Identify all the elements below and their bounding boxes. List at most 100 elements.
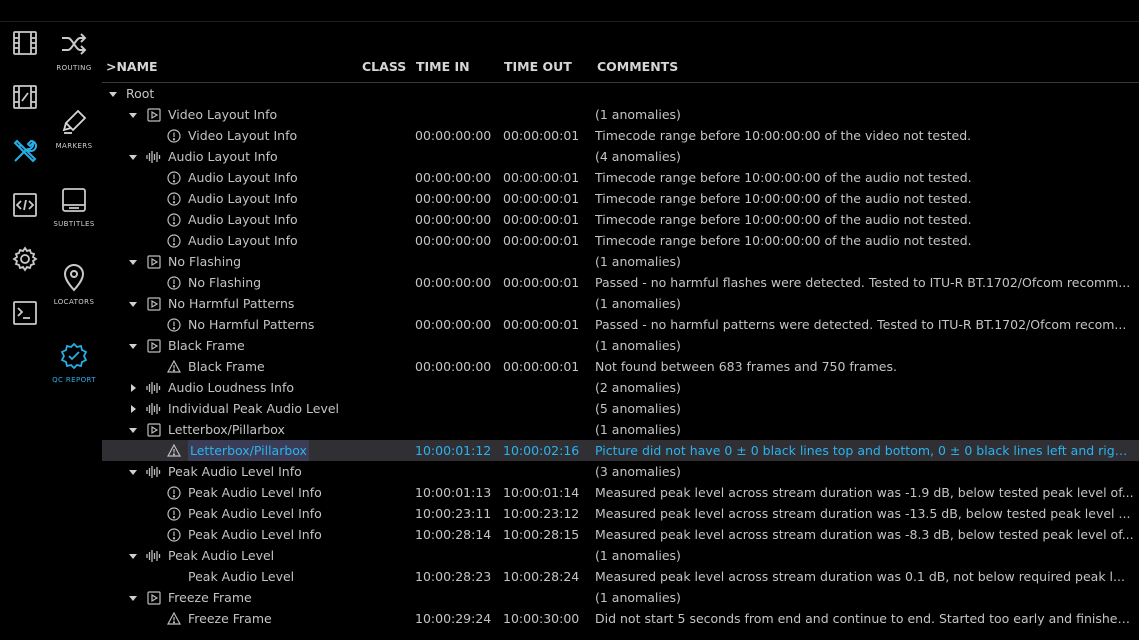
row-name-cell: Black Frame xyxy=(146,356,265,377)
row-name: No Flashing xyxy=(168,254,242,269)
tools-icon[interactable] xyxy=(10,136,40,166)
info-circle-icon xyxy=(166,125,182,146)
row-name-cell: Freeze Frame xyxy=(146,608,272,629)
table-row[interactable]: Peak Audio Level (1 anomalies) xyxy=(102,545,1139,566)
row-name-cell: Audio Layout Info xyxy=(146,188,298,209)
table-row[interactable]: Audio Loudness Info (2 anomalies) xyxy=(102,377,1139,398)
row-time-out: 10:00:23:12 xyxy=(503,506,580,521)
chevron-down-icon[interactable] xyxy=(126,545,140,566)
table-row[interactable]: Peak Audio Level Info 10:00:01:13 10:00:01… xyxy=(102,482,1139,503)
row-comment: (1 anomalies) xyxy=(595,548,681,563)
table-row[interactable]: No Harmful Patterns (1 anomalies) xyxy=(102,293,1139,314)
table-row[interactable]: Letterbox/Pillarbox 10:00:01:12 10:00:02:1… xyxy=(102,440,1139,461)
table-row[interactable]: Freeze Frame (1 anomalies) xyxy=(102,587,1139,608)
chevron-down-icon[interactable] xyxy=(106,83,120,104)
info-circle-icon xyxy=(166,188,182,209)
chevron-down-icon[interactable] xyxy=(126,146,140,167)
table-row[interactable]: Peak Audio Level Info 10:00:23:11 10:00:23… xyxy=(102,503,1139,524)
row-name-cell: Peak Audio Level Info xyxy=(146,524,322,545)
info-circle-icon xyxy=(166,503,182,524)
chevron-down-icon[interactable] xyxy=(126,419,140,440)
table-row[interactable]: Peak Audio Level Info (3 anomalies) xyxy=(102,461,1139,482)
header-comments[interactable]: COMMENTS xyxy=(597,59,678,74)
gear-icon[interactable] xyxy=(10,244,40,274)
film-strip-icon[interactable] xyxy=(10,28,40,58)
routing-tool[interactable]: ROUTING xyxy=(48,28,100,72)
row-name-cell: Black Frame xyxy=(126,335,245,356)
chevron-down-icon[interactable] xyxy=(126,335,140,356)
row-name: Freeze Frame xyxy=(188,611,272,626)
table-row[interactable]: Individual Peak Audio Level (5 anomalies) xyxy=(102,398,1139,419)
table-row[interactable]: Audio Layout Info (4 anomalies) xyxy=(102,146,1139,167)
header-time-in[interactable]: TIME IN xyxy=(416,59,470,74)
chevron-down-icon[interactable] xyxy=(126,587,140,608)
table-row[interactable]: Video Layout Info (1 anomalies) xyxy=(102,104,1139,125)
row-name: No Harmful Patterns xyxy=(168,296,295,311)
row-comment: (3 anomalies) xyxy=(595,464,681,479)
table-row[interactable]: Peak Audio Level Info 10:00:28:14 10:00:28… xyxy=(102,524,1139,545)
table-row[interactable]: Freeze Frame 10:00:29:24 10:00:30:00 Did no… xyxy=(102,608,1139,629)
qc-report-tool[interactable]: QC REPORT xyxy=(48,340,100,384)
table-row[interactable]: Peak Audio Level 10:00:28:23 10:00:28:24 Me… xyxy=(102,566,1139,587)
markers-tool[interactable]: MARKERS xyxy=(48,106,100,150)
chevron-down-icon[interactable] xyxy=(126,293,140,314)
qc-report-table: >NAME CLASS TIME IN TIME OUT COMMENTS Ro… xyxy=(102,52,1139,629)
row-name-cell: Peak Audio Level xyxy=(126,545,274,566)
row-comment: Measured peak level across stream durati… xyxy=(595,527,1134,542)
row-comment: Passed - no harmful patterns were detect… xyxy=(595,317,1127,332)
row-time-out: 00:00:00:01 xyxy=(503,275,580,290)
table-row[interactable]: Video Layout Info 00:00:00:00 00:00:00:01 T… xyxy=(102,125,1139,146)
info-circle-icon xyxy=(166,167,182,188)
table-row[interactable]: No Harmful Patterns 00:00:00:00 00:00:00:0… xyxy=(102,314,1139,335)
header-class[interactable]: CLASS xyxy=(362,59,406,74)
row-name: Letterbox/Pillarbox xyxy=(168,422,285,437)
audio-waveform-icon xyxy=(146,461,162,482)
header-name[interactable]: >NAME xyxy=(106,59,158,74)
row-time-in: 00:00:00:00 xyxy=(415,275,492,290)
table-row[interactable]: Audio Layout Info 00:00:00:00 00:00:00:01 T… xyxy=(102,230,1139,251)
row-name-cell: No Flashing xyxy=(126,251,241,272)
row-name-cell: Audio Layout Info xyxy=(126,146,278,167)
film-edit-icon[interactable] xyxy=(10,82,40,112)
table-row[interactable]: Black Frame (1 anomalies) xyxy=(102,335,1139,356)
chevron-right-icon[interactable] xyxy=(126,398,140,419)
row-comment: (1 anomalies) xyxy=(595,296,681,311)
row-name-cell: Peak Audio Level xyxy=(168,566,294,587)
row-comment: Timecode range before 10:00:00:00 of the… xyxy=(595,170,972,185)
video-check-icon xyxy=(146,293,162,314)
code-icon[interactable] xyxy=(10,190,40,220)
row-name: Peak Audio Level Info xyxy=(188,527,322,542)
header-time-out[interactable]: TIME OUT xyxy=(504,59,572,74)
locators-tool[interactable]: LOCATORS xyxy=(48,262,100,306)
left-icon-rail xyxy=(0,22,48,640)
row-name: Peak Audio Level Info xyxy=(188,485,322,500)
row-time-out: 00:00:00:01 xyxy=(503,359,580,374)
table-row[interactable]: Root xyxy=(102,83,1139,104)
subtitles-tool[interactable]: SUBTITLES xyxy=(48,184,100,228)
row-time-out: 10:00:30:00 xyxy=(503,611,580,626)
table-row[interactable]: Audio Layout Info 00:00:00:00 00:00:00:01 T… xyxy=(102,188,1139,209)
info-circle-icon xyxy=(166,272,182,293)
table-row[interactable]: Audio Layout Info 00:00:00:00 00:00:00:01 T… xyxy=(102,167,1139,188)
row-comment: (2 anomalies) xyxy=(595,380,681,395)
row-name: Audio Layout Info xyxy=(188,212,298,227)
table-row[interactable]: Letterbox/Pillarbox (1 anomalies) xyxy=(102,419,1139,440)
video-check-icon xyxy=(146,587,162,608)
row-name-cell: Video Layout Info xyxy=(146,125,297,146)
subtitles-icon xyxy=(48,184,100,216)
row-name: Freeze Frame xyxy=(168,590,252,605)
row-time-in: 00:00:00:00 xyxy=(415,170,492,185)
table-row[interactable]: Audio Layout Info 00:00:00:00 00:00:00:01 T… xyxy=(102,209,1139,230)
table-row[interactable]: Black Frame 00:00:00:00 00:00:00:01 Not fou… xyxy=(102,356,1139,377)
chevron-right-icon[interactable] xyxy=(126,377,140,398)
info-circle-icon xyxy=(166,482,182,503)
audio-waveform-icon xyxy=(146,146,162,167)
row-name: Black Frame xyxy=(168,338,245,353)
table-row[interactable]: No Flashing (1 anomalies) xyxy=(102,251,1139,272)
chevron-down-icon[interactable] xyxy=(126,251,140,272)
chevron-down-icon[interactable] xyxy=(126,461,140,482)
table-row[interactable]: No Flashing 00:00:00:00 00:00:00:01 Passed … xyxy=(102,272,1139,293)
row-name: Individual Peak Audio Level xyxy=(168,401,340,416)
terminal-icon[interactable] xyxy=(10,298,40,328)
chevron-down-icon[interactable] xyxy=(126,104,140,125)
